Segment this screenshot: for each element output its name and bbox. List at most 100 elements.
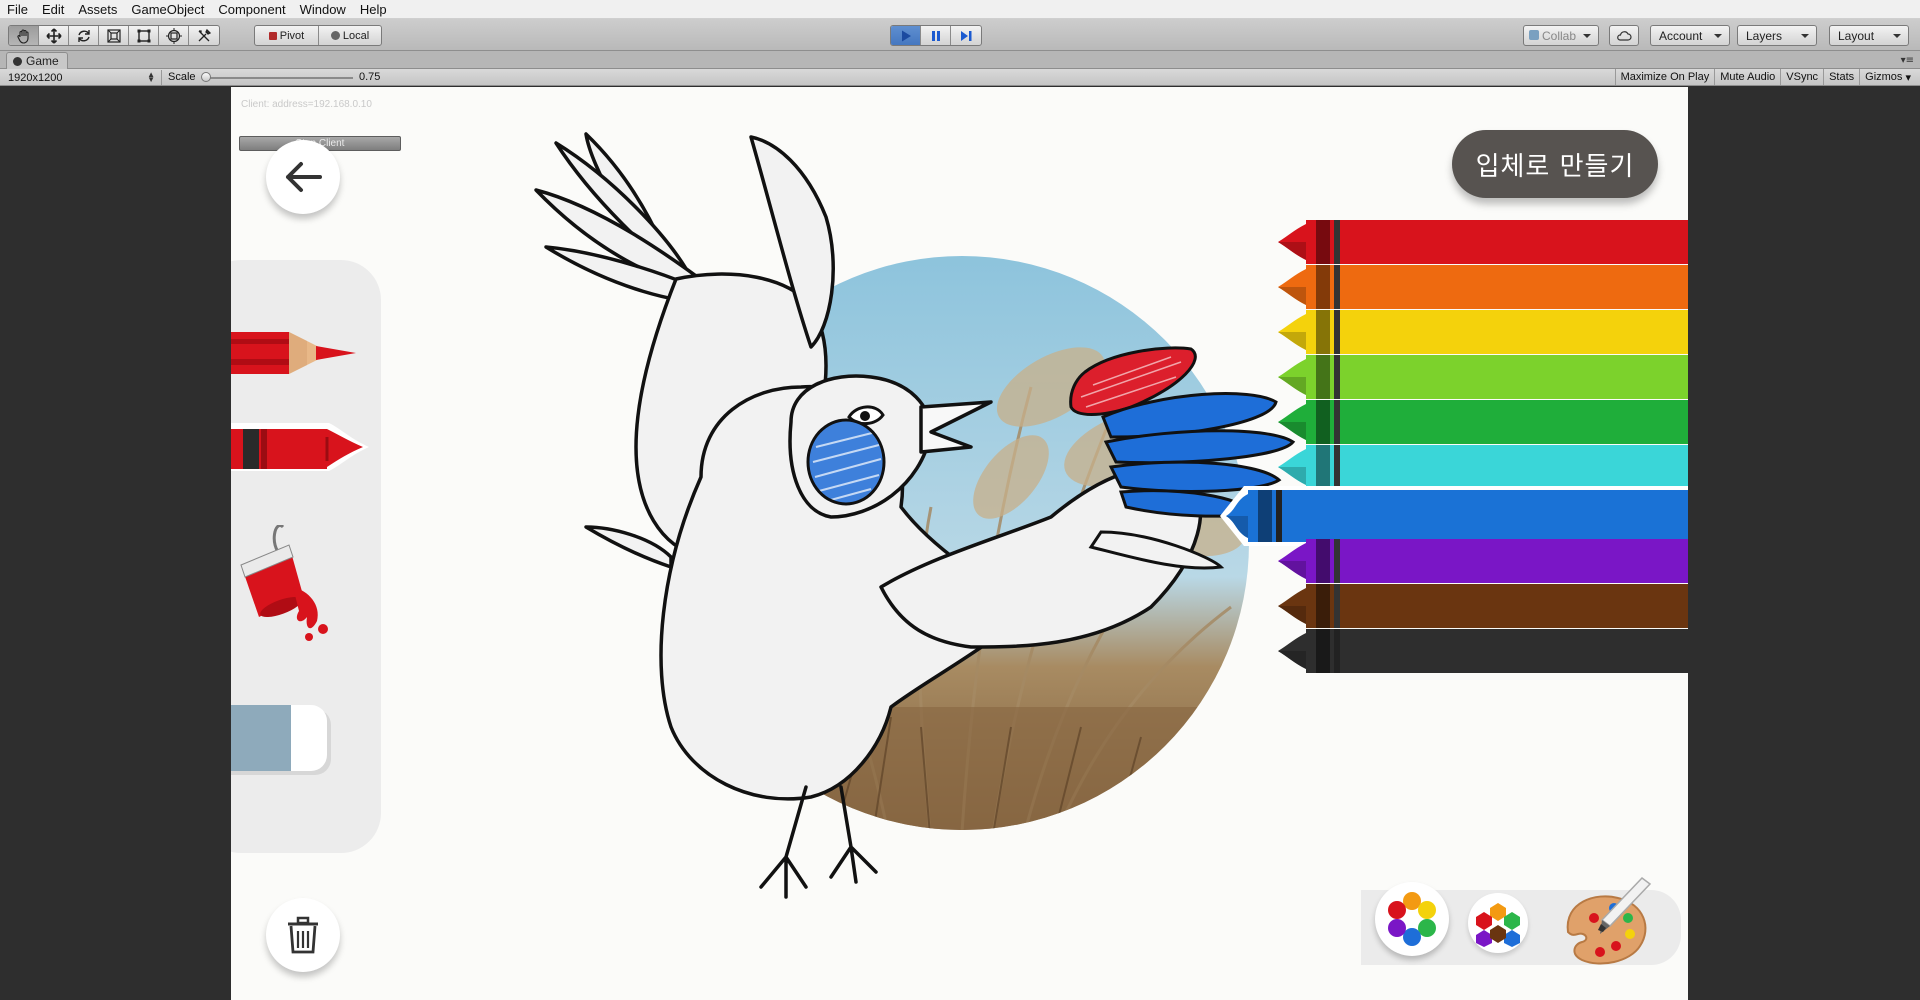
chevron-down-icon: [1583, 34, 1591, 38]
crayon-body: [1306, 539, 1688, 583]
paint-palette-button[interactable]: [1556, 872, 1656, 972]
play-button[interactable]: [891, 26, 921, 45]
crayon-band-dark: [1276, 490, 1282, 542]
trash-icon: [288, 916, 318, 954]
crayon-body: [1306, 400, 1688, 444]
step-button[interactable]: [951, 26, 981, 45]
crayon-green[interactable]: [1278, 400, 1688, 444]
crayon-blue[interactable]: [1220, 486, 1688, 546]
pause-icon: [931, 30, 940, 41]
delete-button[interactable]: [266, 898, 340, 972]
colored-pencil-tool[interactable]: [231, 317, 361, 387]
account-dropdown[interactable]: Account: [1650, 25, 1730, 46]
transform-tool-button[interactable]: [159, 26, 189, 45]
move-tool-button[interactable]: [39, 26, 69, 45]
crayon-body: [1306, 220, 1688, 264]
crayon-band: [1316, 310, 1330, 354]
layers-dropdown[interactable]: Layers: [1737, 25, 1817, 46]
game-view-bar: 1920x1200 ▲ ▼ Scale 0.75 Maximize On Play…: [0, 69, 1920, 86]
make-3d-button[interactable]: 입체로 만들기: [1452, 130, 1658, 198]
playback-controls: [890, 25, 982, 46]
rotate-tool-button[interactable]: [69, 26, 99, 45]
tools-icon: [198, 28, 212, 41]
crayon-body: [1306, 445, 1688, 489]
scale-value: 0.75: [359, 71, 381, 83]
crayon-body: [1306, 355, 1688, 399]
collab-dropdown[interactable]: Collab: [1523, 25, 1599, 46]
scale-slider-track[interactable]: [205, 77, 353, 79]
gizmos-dropdown[interactable]: Gizmos ▾: [1859, 69, 1916, 85]
tab-game[interactable]: Game: [6, 52, 68, 69]
scale-label: Scale: [168, 71, 196, 83]
crayon-cyan[interactable]: [1278, 445, 1688, 489]
menu-component[interactable]: Component: [211, 0, 292, 19]
custom-tool-button[interactable]: [189, 26, 219, 45]
crayon-band-dark: [1334, 310, 1340, 354]
cloud-button[interactable]: [1609, 25, 1639, 46]
crayon-band: [1316, 445, 1330, 489]
crayon-band: [1316, 584, 1330, 628]
debug-ip-text: Client: address=192.168.0.10: [241, 99, 372, 110]
step-icon: [961, 30, 972, 41]
tab-menu-icon[interactable]: ▾≡: [1901, 55, 1914, 66]
game-view-toggles: Maximize On Play Mute Audio VSync Stats …: [1614, 69, 1916, 85]
updown-icon: ▲ ▼: [147, 70, 155, 84]
mute-audio-toggle[interactable]: Mute Audio: [1714, 69, 1780, 85]
crayon-band-dark: [1334, 584, 1340, 628]
crayon-light-green[interactable]: [1278, 355, 1688, 399]
crayon-brown[interactable]: [1278, 584, 1688, 628]
pivot-button[interactable]: Pivot: [255, 26, 319, 45]
crayon-band: [1316, 220, 1330, 264]
crayon-band-dark: [1334, 265, 1340, 309]
rect-tool-button[interactable]: [129, 26, 159, 45]
game-pacman-icon: [13, 56, 22, 66]
transform-icon: [165, 27, 182, 44]
crayon-purple[interactable]: [1278, 539, 1688, 583]
crayon-orange[interactable]: [1278, 265, 1688, 309]
hexagon-palette-button[interactable]: [1468, 893, 1528, 953]
pause-button[interactable]: [921, 26, 951, 45]
tab-bar: Game ▾≡: [0, 51, 1920, 69]
hand-tool-button[interactable]: [9, 26, 39, 45]
scale-slider-thumb[interactable]: [201, 72, 211, 82]
menu-file[interactable]: File: [0, 0, 35, 19]
maximize-on-play-toggle[interactable]: Maximize On Play: [1614, 69, 1715, 85]
crayon-red[interactable]: [1278, 220, 1688, 264]
menu-gameobject[interactable]: GameObject: [124, 0, 211, 19]
menu-window[interactable]: Window: [293, 0, 353, 19]
crayon-yellow[interactable]: [1278, 310, 1688, 354]
crayon-body: [1306, 584, 1688, 628]
play-icon: [901, 30, 911, 41]
crayon-band-dark: [1334, 355, 1340, 399]
vsync-toggle[interactable]: VSync: [1780, 69, 1823, 85]
tab-game-label: Game: [26, 54, 59, 68]
pivot-icon: [268, 31, 277, 40]
eraser-tool[interactable]: [231, 699, 341, 779]
game-canvas: Client: address=192.168.0.10 Stop Client: [231, 87, 1688, 1000]
crayon-tool[interactable]: [231, 409, 371, 489]
menu-help[interactable]: Help: [353, 0, 394, 19]
chevron-down-icon: [1714, 34, 1722, 38]
layout-dropdown[interactable]: Layout: [1829, 25, 1909, 46]
crayon-band-dark: [1334, 629, 1340, 673]
menu-edit[interactable]: Edit: [35, 0, 71, 19]
back-button[interactable]: [266, 140, 340, 214]
crayon-black[interactable]: [1278, 629, 1688, 673]
crayon-band-dark: [1334, 400, 1340, 444]
scale-tool-button[interactable]: [99, 26, 129, 45]
cloud-icon: [1617, 30, 1632, 41]
crayon-band: [1258, 490, 1272, 542]
crayon-band: [1316, 539, 1330, 583]
local-button[interactable]: Local: [319, 26, 381, 45]
crayon-body: [1306, 310, 1688, 354]
local-label: Local: [342, 29, 370, 42]
resolution-dropdown[interactable]: 1920x1200 ▲ ▼: [4, 70, 162, 85]
crayon-band-dark: [1334, 539, 1340, 583]
layout-label: Layout: [1838, 28, 1875, 43]
menu-assets[interactable]: Assets: [71, 0, 124, 19]
scale-icon: [106, 28, 121, 43]
crayon-band-dark: [1334, 445, 1340, 489]
paint-bucket-tool[interactable]: [231, 525, 351, 645]
stats-toggle[interactable]: Stats: [1823, 69, 1859, 85]
color-wheel-button[interactable]: [1375, 882, 1449, 956]
